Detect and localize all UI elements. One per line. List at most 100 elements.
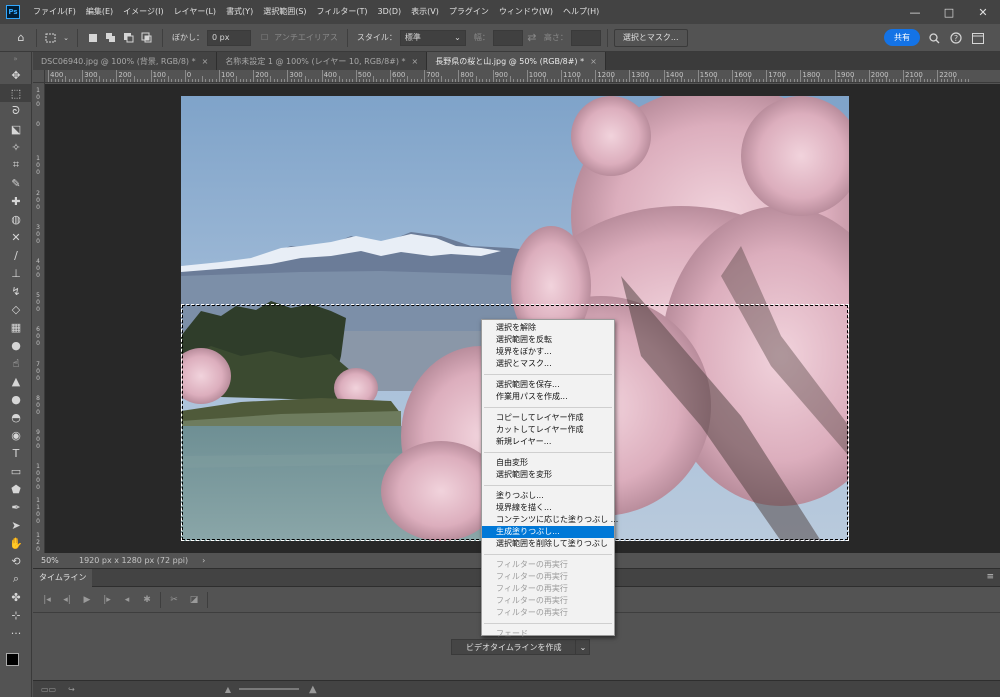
document-tab[interactable]: DSC06940.jpg @ 100% (背景, RGB/8) * × bbox=[33, 52, 218, 70]
content-move-icon[interactable]: ✕ bbox=[0, 228, 32, 246]
burn-icon[interactable]: ◓ bbox=[0, 408, 32, 426]
menu-item[interactable]: 表示(V) bbox=[406, 0, 444, 24]
eraser-icon[interactable]: ◇ bbox=[0, 300, 32, 318]
add-selection-icon[interactable] bbox=[102, 29, 120, 47]
context-menu-item[interactable]: 自由変形 bbox=[482, 457, 614, 469]
chevron-down-icon[interactable]: ⌄ bbox=[576, 639, 591, 655]
context-menu-item[interactable]: 選択範囲を変形 bbox=[482, 469, 614, 481]
render-icon[interactable]: ▭▭ bbox=[41, 685, 56, 694]
menu-item[interactable]: イメージ(I) bbox=[118, 0, 168, 24]
gradient-icon[interactable]: ▦ bbox=[0, 318, 32, 336]
context-menu-item[interactable]: 塗りつぶし... bbox=[482, 490, 614, 502]
menu-item[interactable]: レイヤー(L) bbox=[169, 0, 221, 24]
smudge-icon[interactable]: ☝ bbox=[0, 354, 32, 372]
chevron-down-icon[interactable]: ⌄ bbox=[61, 29, 71, 47]
eyedropper-icon[interactable]: ✎ bbox=[0, 174, 32, 192]
context-menu-item[interactable]: カットしてレイヤー作成 bbox=[482, 424, 614, 436]
panel-menu-icon[interactable]: ≡ bbox=[986, 572, 994, 582]
status-arrow-icon[interactable]: › bbox=[202, 556, 205, 565]
context-menu-item[interactable]: 生成塗りつぶし... bbox=[482, 526, 614, 538]
blur-icon[interactable]: ● bbox=[0, 336, 32, 354]
menu-item[interactable]: 3D(D) bbox=[373, 0, 407, 24]
create-video-timeline-button[interactable]: ビデオタイムラインを作成 bbox=[451, 639, 577, 655]
zoom-in-mountain-icon[interactable]: ▲ bbox=[309, 684, 317, 695]
close-tab-icon[interactable]: × bbox=[412, 57, 419, 66]
select-and-mask-button[interactable]: 選択とマスク... bbox=[613, 28, 688, 47]
context-menu-item[interactable]: コンテンツに応じた塗りつぶし ... bbox=[482, 514, 618, 526]
panel-grip-icon[interactable]: » bbox=[0, 52, 31, 66]
menu-item[interactable]: 選択範囲(S) bbox=[258, 0, 311, 24]
object-select-icon[interactable]: ⬕ bbox=[0, 120, 32, 138]
sponge-icon[interactable]: ◉ bbox=[0, 426, 32, 444]
menu-item[interactable]: フィルター(T) bbox=[312, 0, 373, 24]
context-menu-item[interactable]: 作業用パスを作成... bbox=[482, 391, 614, 403]
ruler-corner[interactable] bbox=[33, 70, 45, 83]
crop-icon[interactable]: ⌗ bbox=[0, 156, 32, 174]
context-menu-item[interactable]: 境界線を描く... bbox=[482, 502, 614, 514]
close-window-button[interactable]: ✕ bbox=[966, 0, 1000, 24]
new-selection-icon[interactable] bbox=[84, 29, 102, 47]
color-swatches[interactable] bbox=[6, 653, 26, 673]
close-tab-icon[interactable]: × bbox=[202, 57, 209, 66]
antialias-checkbox[interactable]: ☐ bbox=[261, 33, 268, 42]
menu-item[interactable]: ウィンドウ(W) bbox=[494, 0, 558, 24]
history-brush-icon[interactable]: ↯ bbox=[0, 282, 32, 300]
next-frame-icon[interactable]: |▸ bbox=[97, 590, 117, 610]
dots-icon[interactable]: ··· bbox=[0, 624, 32, 642]
menu-item[interactable]: ヘルプ(H) bbox=[558, 0, 604, 24]
play-icon[interactable]: ▶ bbox=[77, 590, 97, 610]
move-icon[interactable]: ✥ bbox=[0, 66, 32, 84]
marquee-preset-icon[interactable] bbox=[43, 29, 61, 47]
style-select[interactable]: 標準 ⌄ bbox=[399, 29, 466, 46]
menu-item[interactable]: 編集(E) bbox=[81, 0, 118, 24]
context-menu-item[interactable]: コピーしてレイヤー作成 bbox=[482, 412, 614, 424]
share-button[interactable]: 共有 bbox=[884, 29, 920, 46]
convert-icon[interactable]: ↪ bbox=[68, 685, 75, 694]
foreground-color[interactable] bbox=[6, 653, 19, 666]
workspace-icon[interactable] bbox=[970, 30, 986, 46]
help-icon[interactable]: ? bbox=[948, 30, 964, 46]
rotate-view-icon[interactable]: ⟲ bbox=[0, 552, 32, 570]
type-icon[interactable]: T bbox=[0, 444, 32, 462]
context-menu-item[interactable]: 選択範囲を保存... bbox=[482, 379, 614, 391]
vertical-ruler[interactable]: 1000100200300400500600700800900100011001… bbox=[33, 83, 45, 553]
context-menu-item[interactable]: 選択とマスク... bbox=[482, 358, 614, 370]
document-tab[interactable]: 名称未設定 1 @ 100% (レイヤー 10, RGB/8#) * × bbox=[217, 52, 428, 70]
zoom-icon[interactable]: ⌕ bbox=[0, 570, 32, 588]
clone-stamp-icon[interactable]: ⊥ bbox=[0, 264, 32, 282]
brush-icon[interactable]: ∕ bbox=[0, 246, 32, 264]
healing-brush-icon[interactable]: ✚ bbox=[0, 192, 32, 210]
context-menu-item[interactable]: 新規レイヤー... bbox=[482, 436, 614, 448]
close-tab-icon[interactable]: × bbox=[590, 57, 597, 66]
width-input[interactable] bbox=[492, 29, 523, 46]
context-menu-item[interactable]: 選択範囲を反転 bbox=[482, 334, 614, 346]
audio-icon[interactable]: ◂ bbox=[117, 590, 137, 610]
timeline-zoom-slider[interactable] bbox=[239, 688, 299, 690]
path-select-icon[interactable]: ➤ bbox=[0, 516, 32, 534]
puppet-icon[interactable]: ✤ bbox=[0, 588, 32, 606]
minimize-button[interactable]: — bbox=[898, 0, 932, 24]
search-icon[interactable] bbox=[926, 30, 942, 46]
zoom-level[interactable]: 50% bbox=[41, 556, 75, 565]
rectangle-icon[interactable]: ▭ bbox=[0, 462, 32, 480]
hand-icon[interactable]: ✋ bbox=[0, 534, 32, 552]
height-input[interactable] bbox=[570, 29, 601, 46]
previous-frame-icon[interactable]: ◂| bbox=[57, 590, 77, 610]
document-tab[interactable]: 長野県の桜と山.jpg @ 50% (RGB/8#) * × bbox=[427, 52, 606, 70]
magic-wand-icon[interactable]: ✧ bbox=[0, 138, 32, 156]
sharpen-icon[interactable]: ▲ bbox=[0, 372, 32, 390]
home-icon[interactable]: ⌂ bbox=[12, 29, 30, 47]
context-menu-item[interactable]: 境界をぼかす... bbox=[482, 346, 614, 358]
pen-icon[interactable]: ✒ bbox=[0, 498, 32, 516]
transition-icon[interactable]: ◪ bbox=[184, 590, 204, 610]
first-frame-icon[interactable]: |◂ bbox=[37, 590, 57, 610]
shape-icon[interactable]: ⬟ bbox=[0, 480, 32, 498]
edit-toolbar-icon[interactable]: ⊹ bbox=[0, 606, 32, 624]
intersect-selection-icon[interactable] bbox=[138, 29, 156, 47]
timeline-tab[interactable]: タイムライン bbox=[33, 568, 93, 587]
menu-item[interactable]: ファイル(F) bbox=[28, 0, 81, 24]
settings-gear-icon[interactable]: ✱ bbox=[137, 590, 157, 610]
menu-item[interactable]: 書式(Y) bbox=[221, 0, 258, 24]
zoom-out-mountain-icon[interactable]: ▲ bbox=[225, 685, 231, 694]
patch-icon[interactable]: ◍ bbox=[0, 210, 32, 228]
